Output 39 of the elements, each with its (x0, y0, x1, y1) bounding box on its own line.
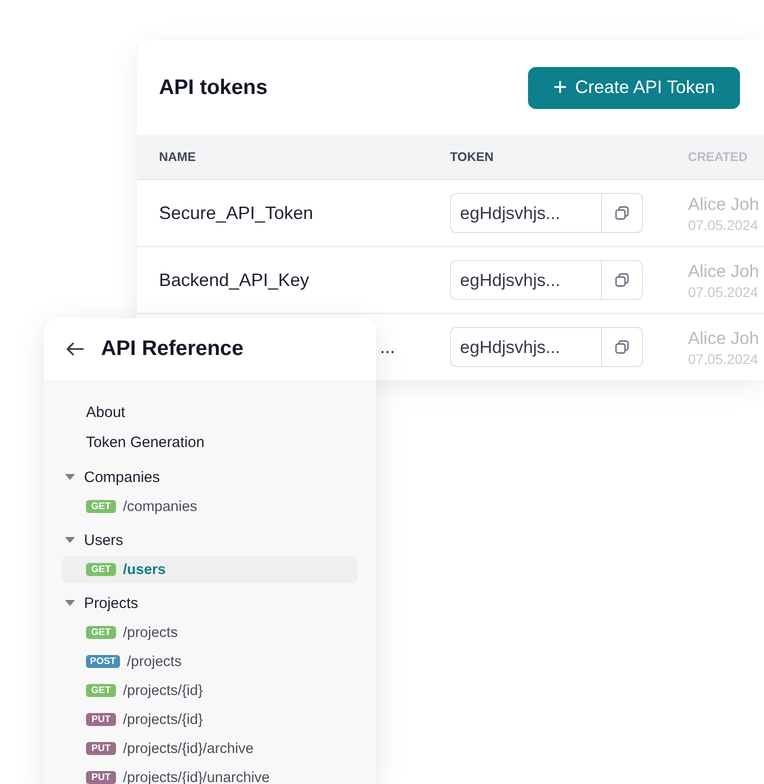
creator-name: Alice Joh (688, 328, 760, 348)
endpoint-link[interactable]: POST /projects (62, 648, 358, 675)
column-header: TOKEN (450, 150, 495, 164)
token-field[interactable]: egHdjsvhjs... (450, 260, 643, 300)
create-token-button[interactable]: + Create API Token (528, 66, 740, 108)
endpoint-link[interactable]: GET /projects (62, 619, 358, 646)
token-name: ... (380, 336, 395, 358)
method-badge: POST (86, 655, 120, 668)
panel-title: API tokens (159, 76, 268, 100)
method-badge: PUT (86, 771, 116, 784)
nav-link[interactable]: About (62, 398, 358, 428)
nav-group[interactable]: Users (62, 525, 358, 555)
token-name: Backend_API_Key (159, 270, 310, 290)
endpoint-link[interactable]: GET /projects/{id} (62, 677, 358, 704)
token-field[interactable]: egHdjsvhjs... (450, 193, 643, 233)
token-field[interactable]: egHdjsvhjs... (450, 327, 643, 367)
column-header: CREATED (688, 150, 748, 164)
creator-name: Alice Joh (688, 260, 760, 282)
endpoint-link[interactable]: PUT /projects/{id}/archive (62, 735, 358, 762)
method-badge: GET (86, 684, 116, 697)
method-badge: GET (86, 626, 116, 639)
created-date: 07.05.2024 (688, 284, 760, 300)
endpoint-link[interactable]: GET /companies (62, 493, 358, 520)
method-badge: PUT (86, 742, 116, 755)
creator-name: Alice Joh (688, 194, 760, 214)
nav-group[interactable]: Projects (62, 588, 358, 618)
method-badge: GET (86, 563, 116, 576)
nav-group[interactable]: Companies (62, 462, 358, 492)
back-arrow-icon[interactable] (66, 342, 84, 356)
created-date: 07.05.2024 (688, 350, 760, 366)
method-badge: PUT (86, 713, 116, 726)
column-header: NAME (159, 150, 197, 164)
panel-title: API Reference (101, 337, 244, 361)
token-name: Secure_API_Token (159, 202, 314, 224)
endpoint-link[interactable]: PUT /projects/{id} (62, 706, 358, 733)
nav-link[interactable]: Token Generation (62, 428, 358, 458)
method-badge: GET (86, 500, 116, 513)
endpoint-link[interactable]: GET /users (62, 556, 358, 583)
created-date: 07.05.2024 (688, 216, 760, 232)
